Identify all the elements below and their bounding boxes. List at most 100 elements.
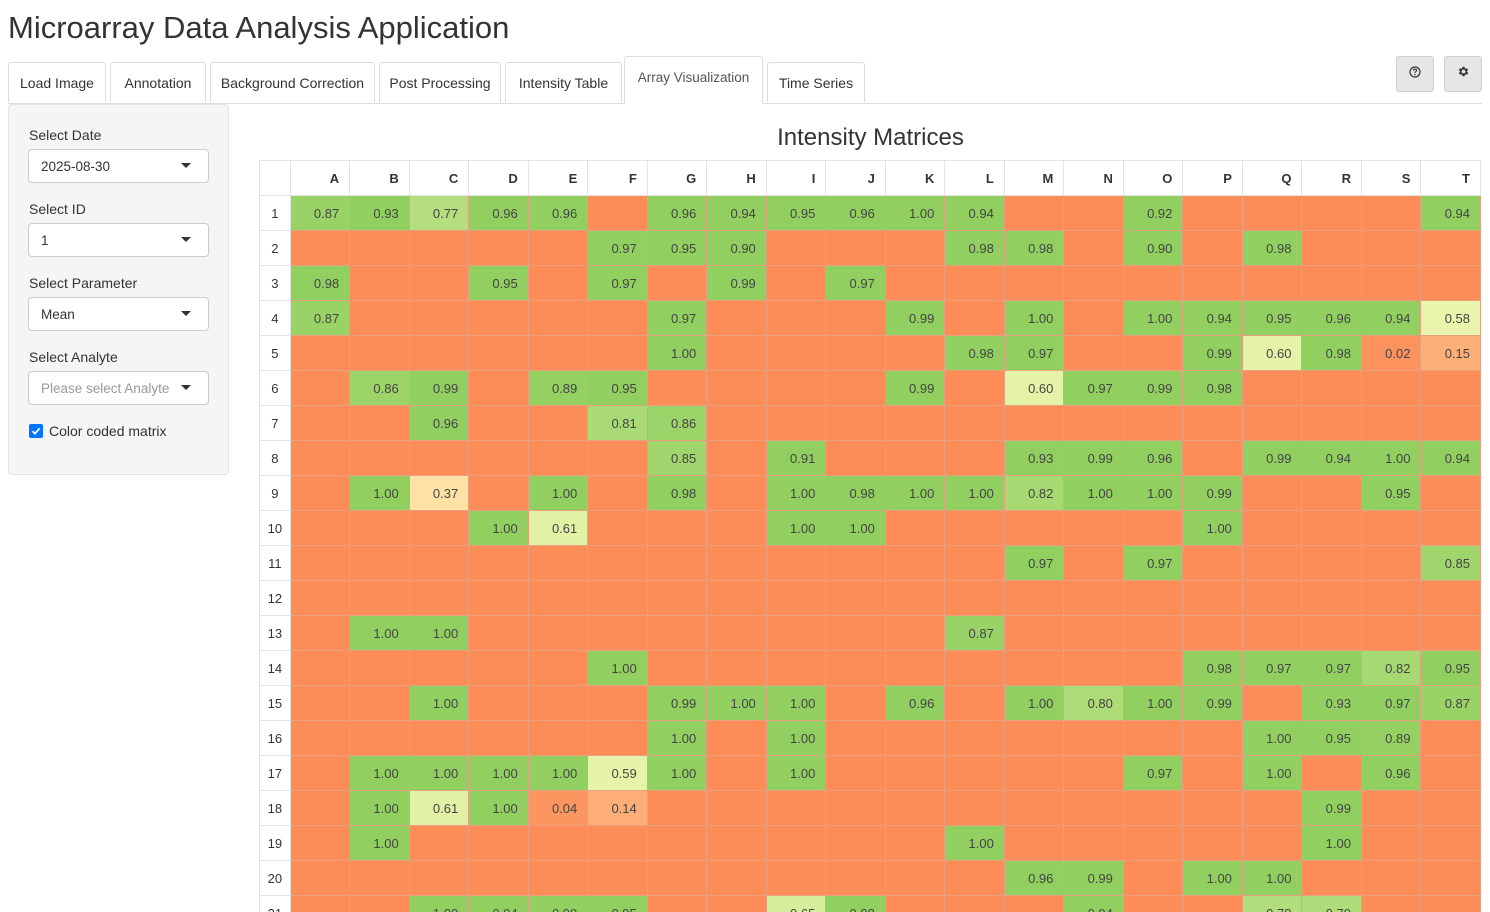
date-select[interactable]: 2025-08-30 (28, 149, 209, 183)
matrix-cell (289, 790, 351, 826)
matrix-cell: 1.00 (884, 475, 946, 511)
matrix-cell (1003, 195, 1065, 231)
matrix-cell (289, 335, 351, 371)
matrix-cell (1241, 790, 1303, 826)
matrix-cell (646, 265, 708, 301)
matrix-cell (825, 440, 886, 476)
matrix-cell (1301, 580, 1362, 616)
matrix-cell (944, 265, 1005, 301)
matrix-cell (1360, 230, 1422, 266)
matrix-column-header: N (1063, 160, 1124, 196)
matrix-column-header: C (408, 160, 470, 196)
tab-load-image[interactable]: Load Image (8, 62, 106, 102)
matrix-cell (944, 370, 1005, 406)
matrix-cell (1122, 860, 1184, 896)
matrix-row-header: 3 (259, 265, 291, 301)
matrix-cell: 0.94 (706, 195, 767, 231)
matrix-cell (1063, 545, 1124, 581)
matrix-cell (765, 335, 827, 371)
matrix-column-header: R (1301, 160, 1362, 196)
matrix-cell: 0.96 (1360, 755, 1422, 791)
matrix-cell (289, 825, 351, 861)
matrix-cell: 0.96 (646, 195, 708, 231)
tab-background-correction[interactable]: Background Correction (210, 62, 375, 102)
matrix-row: 6 0.86 0.99 0.89 0.95 0.99 0.60 0.97 0.99 0.98 (259, 370, 1481, 406)
id-select[interactable]: 1 (28, 223, 209, 257)
matrix-cell: 1.00 (408, 895, 470, 912)
tab-time-series[interactable]: Time Series (767, 62, 865, 102)
matrix-cell (765, 545, 827, 581)
matrix-cell: 0.87 (289, 300, 351, 336)
parameter-select[interactable]: Mean (28, 297, 209, 331)
matrix-cell (408, 300, 470, 336)
matrix-cell: 1.00 (349, 790, 410, 826)
tab-intensity-table[interactable]: Intensity Table (505, 62, 622, 102)
chevron-down-icon (181, 237, 191, 242)
matrix-column-header: E (527, 160, 589, 196)
matrix-row-header: 21 (259, 895, 291, 912)
matrix-cell (706, 720, 767, 756)
matrix-cell (1063, 615, 1124, 651)
matrix-cell (527, 685, 589, 721)
matrix-cell (1301, 405, 1362, 441)
matrix-cell (1063, 580, 1124, 616)
matrix-cell: 0.04 (527, 790, 589, 826)
color-coded-checkbox[interactable] (29, 424, 43, 438)
matrix-cell (1360, 510, 1422, 546)
matrix-cell (527, 545, 589, 581)
matrix-cell (1420, 860, 1481, 896)
matrix-cell (587, 510, 648, 546)
matrix-cell (944, 580, 1005, 616)
tab-post-processing[interactable]: Post Processing (379, 62, 501, 102)
matrix-cell (1063, 825, 1124, 861)
matrix-row: 211.000.940.990.950.650.980.940.780.79 (259, 895, 1481, 912)
matrix-cell (825, 650, 886, 686)
matrix-cell (527, 650, 589, 686)
matrix-cell: 0.86 (646, 405, 708, 441)
matrix-cell (1122, 790, 1184, 826)
tab-array-visualization[interactable]: Array Visualization (624, 56, 763, 104)
matrix-cell: 0.99 (1182, 475, 1243, 511)
matrix-row-header: 18 (259, 790, 291, 826)
matrix-cell: 0.98 (646, 475, 708, 511)
matrix-cell (468, 230, 529, 266)
matrix-corner (259, 160, 291, 196)
matrix-cell: 1.00 (527, 755, 589, 791)
analyte-select[interactable]: Please select Analyte (28, 371, 209, 405)
matrix-cell (1241, 370, 1303, 406)
matrix-cell (825, 300, 886, 336)
matrix-cell (587, 335, 648, 371)
matrix-cell: 1.00 (884, 195, 946, 231)
matrix-column-header: T (1420, 160, 1481, 196)
matrix-cell: 1.00 (349, 475, 410, 511)
matrix-cell (408, 545, 470, 581)
matrix-cell (1360, 265, 1422, 301)
matrix-cell (1241, 545, 1303, 581)
matrix-cell (1122, 580, 1184, 616)
matrix-cell: 1.00 (944, 825, 1005, 861)
matrix-cell (884, 615, 946, 651)
matrix-cell: 1.00 (349, 825, 410, 861)
matrix-cell (1003, 580, 1065, 616)
matrix-cell (825, 335, 886, 371)
matrix-cell: 0.95 (1301, 720, 1362, 756)
help-button[interactable] (1396, 56, 1434, 92)
matrix-cell (1241, 405, 1303, 441)
matrix-cell (1301, 860, 1362, 896)
matrix-row: 10 1.00 0.61 1.00 1.00 1.00 (259, 510, 1481, 546)
matrix-cell (1241, 510, 1303, 546)
matrix-cell: 0.94 (1420, 195, 1481, 231)
matrix-cell (587, 300, 648, 336)
matrix-cell (1063, 650, 1124, 686)
matrix-cell: 0.89 (1360, 720, 1422, 756)
matrix-cell (1182, 895, 1243, 912)
settings-button[interactable] (1444, 56, 1482, 92)
matrix-cell: 0.98 (944, 230, 1005, 266)
tab-annotation[interactable]: Annotation (110, 62, 206, 102)
matrix-cell (1420, 405, 1481, 441)
matrix-cell (884, 790, 946, 826)
matrix-row-header: 8 (259, 440, 291, 476)
matrix-cell: 0.90 (1122, 230, 1184, 266)
matrix-cell (825, 755, 886, 791)
matrix-cell: 0.86 (349, 370, 410, 406)
